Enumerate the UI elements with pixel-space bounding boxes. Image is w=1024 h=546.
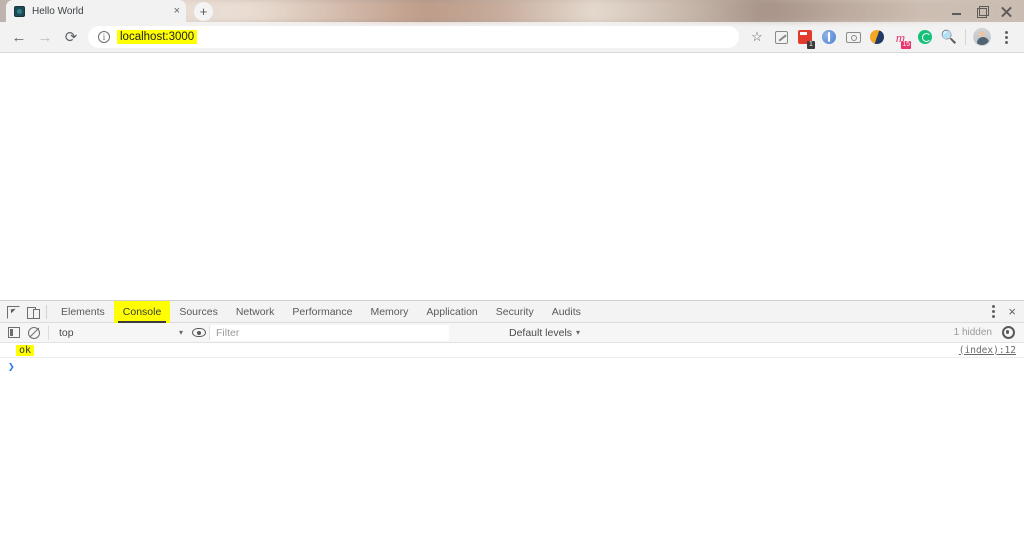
extension-red-icon[interactable]: 1 [793,24,817,50]
devtools-divider [46,304,47,319]
extension-blue-icon[interactable] [817,24,841,50]
back-button[interactable]: ← [6,24,32,50]
close-tab-icon[interactable]: × [174,5,180,17]
execution-context-select[interactable]: top ▾ [53,324,189,342]
extension-green-icon[interactable] [913,24,937,50]
forward-button[interactable]: → [32,24,58,50]
page-viewport [0,53,1024,300]
tab-console[interactable]: Console [113,300,171,323]
tab-network[interactable]: Network [227,301,284,323]
window-controls [951,0,1020,22]
extension-pen-icon[interactable] [769,24,793,50]
console-source-link[interactable]: (index):12 [959,345,1016,356]
kebab-menu-icon [991,305,995,318]
extension-grammarly-icon[interactable] [865,24,889,50]
console-sidebar-toggle[interactable] [4,323,24,343]
extension-red-badge: 1 [807,41,815,49]
extension-pink-m-icon[interactable]: m 15 [889,24,913,50]
extension-camera-icon[interactable] [841,24,865,50]
console-filter-input[interactable]: Filter [209,324,449,341]
kebab-menu-icon [1004,30,1008,44]
console-prompt-row[interactable]: ❯ [0,358,1024,375]
minimize-window-button[interactable] [951,6,962,17]
bookmark-star-icon[interactable]: ☆ [745,24,769,50]
toolbar-divider [965,29,966,45]
reload-button[interactable]: ⟳ [58,24,84,50]
console-settings-gear-icon[interactable] [998,323,1018,343]
extension-pink-badge: 15 [901,41,911,49]
tab-title: Hello World [32,5,84,17]
browser-window: Hello World × + ← → ⟳ i localhost:3000 ☆… [0,0,1024,546]
console-levels-label: Default levels [509,326,573,339]
console-hidden-count: 1 hidden [953,327,992,338]
star-glyph: ☆ [751,29,763,44]
new-tab-button[interactable]: + [194,2,213,21]
console-toolbar-right: 1 hidden [954,323,1024,343]
tab-elements[interactable]: Elements [52,301,114,323]
tab-performance[interactable]: Performance [283,301,361,323]
console-message-text: ok [16,344,35,356]
devtools-panel: Elements Console Sources Network Perform… [0,300,1024,546]
address-bar-url: localhost:3000 [117,30,198,44]
chrome-menu-button[interactable] [994,24,1018,50]
search-glyph: 🔍 [940,29,958,44]
tab-sources[interactable]: Sources [170,301,227,323]
close-window-button[interactable] [1001,6,1012,17]
browser-toolbar: ← → ⟳ i localhost:3000 ☆ 1 m 15 🔍 [0,22,1024,53]
live-expression-icon[interactable] [189,323,209,343]
tab-security[interactable]: Security [487,301,543,323]
toolbar-icons: ☆ 1 m 15 🔍 [745,24,1018,50]
tab-strip: Hello World × + [0,0,1024,22]
console-toolbar-divider [48,325,49,340]
chevron-down-icon: ▾ [178,328,183,337]
page-favicon [14,5,25,17]
devtools-more-button[interactable] [983,302,1003,322]
inspect-element-icon[interactable] [3,302,23,322]
clear-console-button[interactable] [24,323,44,343]
tab-application[interactable]: Application [417,301,486,323]
execution-context-value: top [59,326,74,339]
tab-memory[interactable]: Memory [361,301,417,323]
user-avatar[interactable] [970,24,994,50]
chevron-down-icon: ▾ [576,328,581,337]
browser-tab[interactable]: Hello World × [6,0,186,22]
devtools-tabbar-actions: × [983,302,1024,322]
console-levels-select[interactable]: Default levels ▾ [509,327,580,339]
console-toolbar: top ▾ Filter Default levels ▾ 1 hidden [0,323,1024,343]
devtools-close-button[interactable]: × [1005,305,1019,318]
site-info-icon[interactable]: i [98,31,110,43]
tab-audits[interactable]: Audits [543,301,590,323]
console-prompt-input[interactable] [15,361,1016,373]
devtools-tab-bar: Elements Console Sources Network Perform… [0,300,1024,323]
console-message-row[interactable]: ok (index):12 [0,343,1024,358]
address-bar[interactable]: i localhost:3000 [88,26,739,48]
restore-window-button[interactable] [976,5,989,18]
device-toolbar-icon[interactable] [23,302,43,322]
console-message-list[interactable]: ok (index):12 ❯ [0,343,1024,546]
console-prompt-chevron-icon: ❯ [8,360,15,373]
extension-search-icon[interactable]: 🔍 [937,24,961,50]
